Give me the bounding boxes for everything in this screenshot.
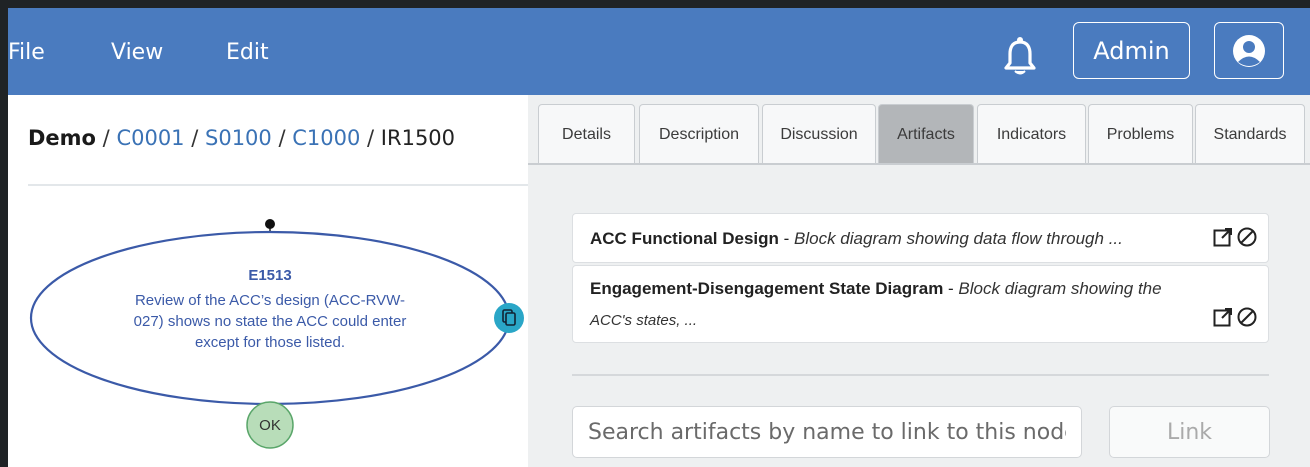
artifact-separator: - (778, 229, 795, 248)
artifact-text: Engagement-Disengagement State Diagram -… (590, 279, 1162, 299)
connector-dot (265, 219, 275, 229)
tab-label: Details (562, 125, 611, 143)
breadcrumb-current: IR1500 (380, 126, 456, 150)
copy-node-button[interactable] (494, 303, 524, 333)
external-link-icon[interactable] (1212, 226, 1234, 248)
tab-label: Description (658, 125, 740, 143)
artifact-search-input[interactable] (572, 406, 1082, 458)
copy-icon-front (505, 312, 516, 326)
admin-button[interactable]: Admin (1073, 22, 1190, 79)
artifact-separator: - (943, 279, 959, 298)
artifact-name[interactable]: Engagement-Disengagement State Diagram (590, 279, 943, 298)
tab-indicators[interactable]: Indicators (977, 104, 1086, 164)
tab-standards[interactable]: Standards (1195, 104, 1305, 164)
external-link-icon[interactable] (1212, 306, 1234, 328)
artifact-actions (1212, 306, 1258, 328)
menu-edit[interactable]: Edit (226, 40, 269, 65)
tab-problems[interactable]: Problems (1088, 104, 1193, 164)
node-text-line: 027) shows no state the ACC could enter (134, 313, 407, 330)
node-diagram: E1513 Review of the ACC’s design (ACC-RV… (29, 219, 524, 449)
node-text-line: Review of the ACC’s design (ACC-RVW- (135, 292, 405, 309)
artifact-description-cont: ACC's states, ... (590, 312, 698, 329)
tab-label: Standards (1213, 125, 1287, 143)
menu-view[interactable]: View (111, 40, 163, 65)
breadcrumb: Demo / C0001 / S0100 / C1000 / IR1500 (28, 126, 455, 150)
link-button-label: Link (1166, 419, 1213, 445)
bell-icon[interactable] (1003, 36, 1037, 76)
artifact-item[interactable]: Engagement-Disengagement State Diagram -… (572, 265, 1269, 343)
breadcrumb-divider (28, 184, 528, 186)
artifact-item[interactable]: ACC Functional Design - Block diagram sh… (572, 213, 1269, 263)
tab-description[interactable]: Description (639, 104, 759, 164)
unlink-icon[interactable] (1236, 306, 1258, 328)
artifact-text-line2: ACC's states, ... (590, 310, 697, 330)
tab-details[interactable]: Details (538, 104, 635, 164)
breadcrumb-separator: / (102, 126, 117, 150)
node-id: E1513 (248, 267, 291, 284)
artifact-description: Block diagram showing data flow through … (794, 229, 1123, 248)
top-navbar: File View Edit Admin (8, 8, 1310, 95)
breadcrumb-link-c1000[interactable]: C1000 (292, 126, 360, 150)
artifact-name[interactable]: ACC Functional Design (590, 229, 779, 248)
breadcrumb-link-c0001[interactable]: C0001 (116, 126, 184, 150)
breadcrumb-separator: / (191, 126, 205, 150)
status-ok-label: OK (259, 417, 281, 434)
app-window: File View Edit Admin Demo / C0001 / S010… (8, 8, 1310, 467)
user-menu-button[interactable] (1214, 22, 1284, 79)
section-divider (572, 374, 1269, 376)
tab-label: Discussion (780, 125, 858, 143)
breadcrumb-root[interactable]: Demo (28, 126, 96, 150)
menu-file[interactable]: File (8, 40, 45, 65)
node-text-line: except for those listed. (195, 334, 345, 351)
tab-discussion[interactable]: Discussion (762, 104, 876, 164)
unlink-icon[interactable] (1236, 226, 1258, 248)
tab-label: Indicators (996, 125, 1067, 143)
user-circle-icon (1233, 34, 1265, 67)
link-button[interactable]: Link (1109, 406, 1270, 458)
tab-label: Artifacts (897, 125, 955, 143)
breadcrumb-separator: / (278, 126, 293, 150)
tab-underline (528, 163, 1310, 165)
tab-artifacts[interactable]: Artifacts (878, 104, 974, 164)
details-panel: Details Description Discussion Artifacts… (528, 95, 1310, 467)
artifact-description: Block diagram showing the (958, 279, 1162, 298)
breadcrumb-link-s0100[interactable]: S0100 (205, 126, 272, 150)
artifact-text: ACC Functional Design - Block diagram sh… (590, 229, 1123, 249)
breadcrumb-separator: / (367, 126, 381, 150)
admin-button-label: Admin (1093, 36, 1170, 65)
artifact-actions (1212, 226, 1258, 248)
tab-label: Problems (1106, 125, 1175, 143)
